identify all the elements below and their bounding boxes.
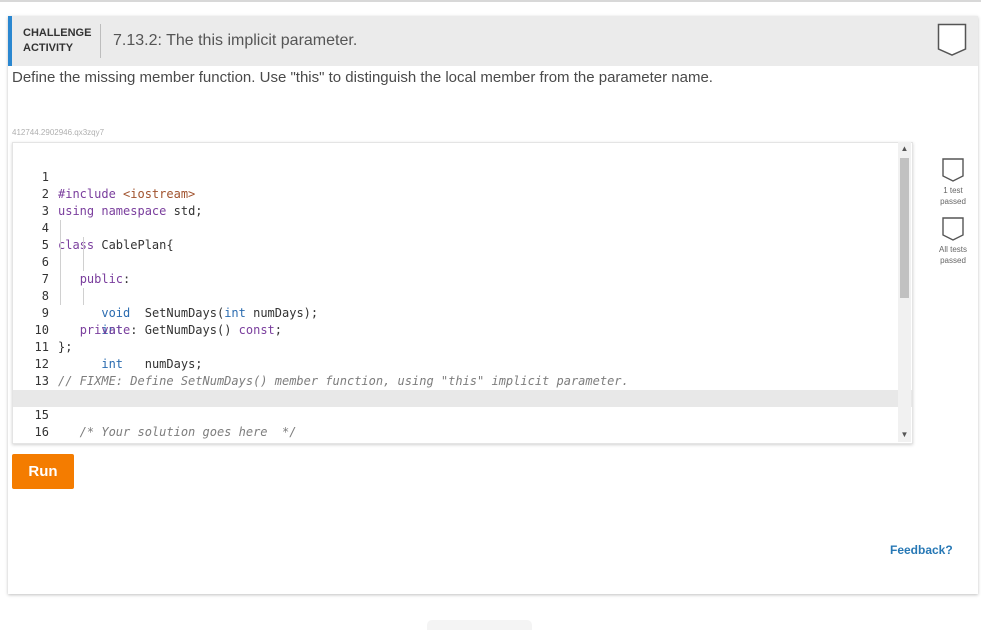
test-one-label-line1: 1 test (943, 186, 963, 195)
code-line[interactable]: 2 using namespace std; (13, 169, 912, 218)
code-line[interactable]: 4 class CablePlan{ (13, 203, 912, 252)
code-line[interactable]: 10 }; (13, 305, 912, 354)
scroll-up-arrow-icon[interactable]: ▲ (898, 142, 911, 156)
code-line[interactable]: 12 // FIXME: Define SetNumDays() member … (13, 339, 912, 388)
indent-guide (60, 271, 61, 288)
all-tests-label-line2: passed (940, 256, 966, 265)
code-line[interactable]: 7 int GetNumDays() const; (13, 254, 912, 337)
line-number: 17 (13, 441, 49, 443)
code-line[interactable]: 9 int numDays; (13, 288, 912, 371)
code-lines[interactable]: 1 #include <iostream> 2 using namespace … (13, 152, 912, 443)
scroll-down-arrow-icon[interactable]: ▼ (898, 428, 911, 442)
code-line[interactable]: 17 } (13, 424, 912, 443)
indent-guide (60, 237, 61, 254)
test-one-label: 1 test passed (933, 185, 973, 207)
header-accent-bar (8, 16, 12, 66)
code-line[interactable]: 13 void CablePlan::SetNumDays(int numDay… (13, 356, 912, 405)
test-bookmark-icon (942, 217, 964, 241)
activity-header: CHALLENGE ACTIVITY 7.13.2: The this impl… (8, 16, 978, 66)
instructions-text: Define the missing member function. Use … (12, 69, 713, 86)
code-line-active[interactable]: 15 /* Your solution goes here */ (13, 390, 912, 439)
all-tests-label-line1: All tests (938, 245, 967, 254)
code-line[interactable]: 1 #include <iostream> (13, 152, 912, 201)
editor-scrollbar[interactable]: ▲ ▼ (898, 142, 911, 442)
code-line[interactable]: 14 (13, 373, 912, 405)
code-line[interactable]: 16 (13, 407, 912, 439)
feedback-link[interactable]: Feedback? (890, 543, 953, 557)
code-line[interactable]: 3 (13, 186, 912, 218)
completion-bookmark-icon (937, 23, 967, 57)
indent-guide (83, 237, 84, 254)
all-tests-indicator: All tests passed (933, 217, 973, 266)
activity-kind-line2: ACTIVITY (23, 42, 74, 54)
test-bookmark-icon (942, 158, 964, 182)
activity-kind-line1: CHALLENGE (23, 27, 92, 39)
code-identifier: 412744.2902946.qx3zqy7 (12, 128, 105, 137)
code-line[interactable]: 11 (13, 322, 912, 354)
scrollbar-thumb[interactable] (900, 158, 909, 298)
top-divider (0, 0, 981, 2)
code-line[interactable]: 8 private: (13, 271, 912, 337)
test-one-label-line2: passed (940, 197, 966, 206)
activity-kind-label: CHALLENGE ACTIVITY (23, 26, 93, 56)
activity-title: 7.13.2: The this implicit parameter. (113, 32, 358, 49)
test-one-indicator: 1 test passed (933, 158, 973, 207)
code-line[interactable]: 5 public: (13, 220, 912, 286)
header-separator (100, 24, 101, 58)
indent-guide (83, 254, 84, 271)
indent-guide (83, 288, 84, 305)
code-line[interactable]: 6 void SetNumDays(int numDays); (13, 237, 912, 320)
code-editor[interactable]: 1 #include <iostream> 2 using namespace … (12, 142, 913, 444)
all-tests-label: All tests passed (933, 244, 973, 266)
indent-guide (60, 288, 61, 305)
bottom-tab-stub (427, 620, 532, 630)
indent-guide (60, 254, 61, 271)
run-button[interactable]: Run (12, 454, 74, 489)
indent-guide (60, 220, 61, 237)
